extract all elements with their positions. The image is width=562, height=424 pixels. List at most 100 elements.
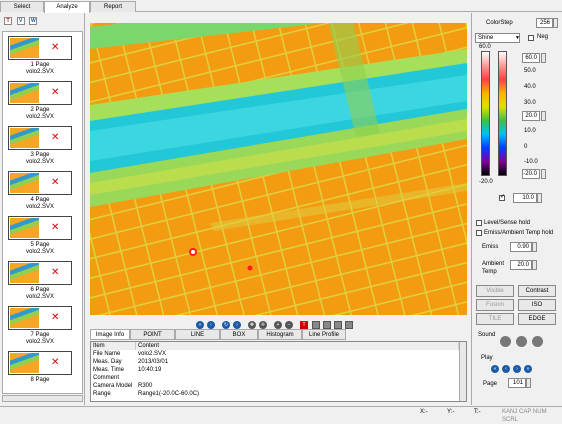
thermal-thumbnail-image bbox=[10, 263, 39, 283]
sound-play-button[interactable] bbox=[516, 336, 527, 347]
scale-value-input[interactable]: 60.0 bbox=[522, 53, 540, 63]
tile-button[interactable]: TILE bbox=[476, 313, 514, 325]
color-scale-bar bbox=[498, 51, 507, 176]
ambient-spinner[interactable] bbox=[532, 260, 537, 270]
thermal-thumbnail-image bbox=[10, 308, 39, 328]
text-icon[interactable]: T bbox=[300, 321, 308, 329]
thumbnail-item[interactable]: ✕ 3 Page volo2.SVX bbox=[8, 126, 72, 171]
layout-3-icon[interactable] bbox=[334, 321, 342, 329]
thermal-thumbnail-image bbox=[10, 128, 39, 148]
layout-1-icon[interactable] bbox=[312, 321, 320, 329]
row-item: Meas. Time bbox=[93, 367, 125, 373]
view-tool-icon[interactable]: V bbox=[16, 17, 25, 25]
thermal-image-canvas bbox=[90, 23, 467, 315]
info-table-scrollbar[interactable] bbox=[459, 342, 466, 401]
level-color-bar[interactable] bbox=[481, 51, 490, 176]
status-t: T:- bbox=[474, 409, 481, 415]
row-content: 10:40:19 bbox=[138, 367, 162, 373]
thumbnail-hscrollbar[interactable] bbox=[2, 395, 83, 402]
lower-value-input[interactable]: 10.0 bbox=[513, 193, 537, 203]
status-x: X:- bbox=[420, 409, 428, 415]
page-spinner[interactable] bbox=[526, 378, 531, 388]
thumbnail-item[interactable]: ✕ 1 Page volo2.SVX bbox=[8, 36, 72, 81]
tab-line[interactable]: LINE bbox=[175, 329, 220, 340]
thermal-thumbnail-image bbox=[10, 218, 39, 238]
row-item: Meas. Day bbox=[93, 359, 122, 365]
emiss-spinner[interactable] bbox=[532, 242, 537, 252]
play-last-icon[interactable]: » bbox=[524, 365, 532, 373]
scale-tick-label: 40.0 bbox=[524, 84, 536, 90]
zoom-in-icon[interactable]: + bbox=[274, 321, 282, 329]
thumbnail-item[interactable]: ✕ 7 Page volo2.SVX bbox=[8, 306, 72, 351]
column-header-item: Item bbox=[91, 342, 136, 350]
thumbnail-item[interactable]: ✕ 6 Page volo2.SVX bbox=[8, 261, 72, 306]
colorstep-input[interactable]: 256 bbox=[536, 18, 553, 28]
ambient-input[interactable]: 20.0 bbox=[510, 260, 532, 270]
window-tool-icon[interactable]: W bbox=[29, 17, 38, 25]
emiss-input[interactable]: 0.90 bbox=[510, 242, 532, 252]
zoom-out-icon[interactable]: − bbox=[285, 321, 293, 329]
thumbnail-list[interactable]: ✕ 1 Page volo2.SVX ✕ 2 Page volo2.SVX ✕ 3 … bbox=[2, 31, 83, 394]
prev-page-icon[interactable]: ‹ bbox=[207, 321, 215, 329]
scale-value-input[interactable]: -20.0 bbox=[522, 169, 540, 179]
thumbnail-item[interactable]: ✕ 4 Page volo2.SVX bbox=[8, 171, 72, 216]
play-first-icon[interactable]: « bbox=[491, 365, 499, 373]
chevron-down-icon: ▼ bbox=[515, 35, 520, 41]
thermal-thumbnail-image bbox=[10, 83, 39, 103]
play-next-icon[interactable]: › bbox=[513, 365, 521, 373]
pan-icon[interactable]: ✛ bbox=[259, 321, 267, 329]
table-row: Comment bbox=[91, 374, 463, 382]
control-panel: ColorStep 256 Shine ▼ Neg 60.0 -20.0 60.… bbox=[471, 13, 562, 405]
neg-checkbox[interactable] bbox=[528, 35, 534, 41]
tab-report[interactable]: Report bbox=[90, 1, 136, 12]
tab-box[interactable]: BOX bbox=[220, 329, 258, 340]
colorstep-spinner[interactable] bbox=[553, 18, 558, 28]
thumbnail-page: 1 Page bbox=[30, 62, 50, 68]
lower-value-spinner[interactable] bbox=[537, 193, 542, 203]
first-page-icon[interactable]: « bbox=[196, 321, 204, 329]
text-tool-icon[interactable]: T bbox=[4, 17, 12, 25]
iso-button[interactable]: ISO bbox=[518, 299, 556, 311]
contrast-button[interactable]: Contrast bbox=[518, 285, 556, 297]
visible-button[interactable]: Visible bbox=[476, 285, 514, 297]
scale-value-input[interactable]: 20.0 bbox=[522, 111, 540, 121]
thumbnail-file: volo2.SVX bbox=[25, 249, 55, 255]
palette-select[interactable]: Shine bbox=[475, 33, 520, 43]
tab-analyze[interactable]: Analyze bbox=[44, 1, 90, 13]
scale-value-spinner[interactable] bbox=[541, 169, 546, 179]
thumbnail-item[interactable]: ✕ 2 Page volo2.SVX bbox=[8, 81, 72, 126]
emiss-hold-checkbox[interactable] bbox=[476, 230, 482, 236]
page-input[interactable]: 101 bbox=[508, 378, 526, 388]
thumbnail-item[interactable]: ✕ 8 Page bbox=[8, 351, 72, 393]
fusion-button[interactable]: Fusion bbox=[476, 299, 514, 311]
row-item: Range bbox=[93, 391, 111, 397]
thumbnail-page: 7 Page bbox=[30, 332, 50, 338]
layout-4-icon[interactable] bbox=[345, 321, 353, 329]
sound-record-button[interactable] bbox=[500, 336, 511, 347]
play-prev-icon[interactable]: ‹ bbox=[502, 365, 510, 373]
sound-stop-button[interactable] bbox=[532, 336, 543, 347]
scale-top-label: 60.0 bbox=[479, 44, 491, 50]
thumbnail-file: volo2.SVX bbox=[25, 159, 55, 165]
layout-2-icon[interactable] bbox=[323, 321, 331, 329]
thermal-image[interactable] bbox=[90, 23, 467, 315]
column-header-content: Content bbox=[136, 342, 459, 350]
scale-value-spinner[interactable] bbox=[541, 111, 546, 121]
edge-button[interactable]: EDGE bbox=[518, 313, 556, 325]
scale-value-spinner[interactable] bbox=[541, 53, 546, 63]
move-icon[interactable]: ✥ bbox=[248, 321, 256, 329]
thermal-thumbnail-image bbox=[10, 173, 39, 193]
tab-select[interactable]: Select bbox=[0, 1, 44, 12]
play-icon[interactable]: › bbox=[233, 321, 241, 329]
tab-image-info[interactable]: Image Info bbox=[90, 329, 130, 340]
thermal-thumbnail-image bbox=[10, 353, 39, 373]
tab-point[interactable]: POINT bbox=[130, 329, 175, 340]
tab-histogram[interactable]: Histogram bbox=[258, 329, 302, 340]
scale-tick-label: 0 bbox=[524, 144, 528, 150]
rotate-icon[interactable]: ↻ bbox=[222, 321, 230, 329]
row-content: R300 bbox=[138, 383, 153, 389]
thumbnail-toolbar: T V W bbox=[4, 17, 40, 27]
tab-line-profile[interactable]: Line Profile bbox=[302, 329, 346, 340]
level-hold-checkbox[interactable] bbox=[476, 220, 482, 226]
thumbnail-item[interactable]: ✕ 5 Page volo2.SVX bbox=[8, 216, 72, 261]
